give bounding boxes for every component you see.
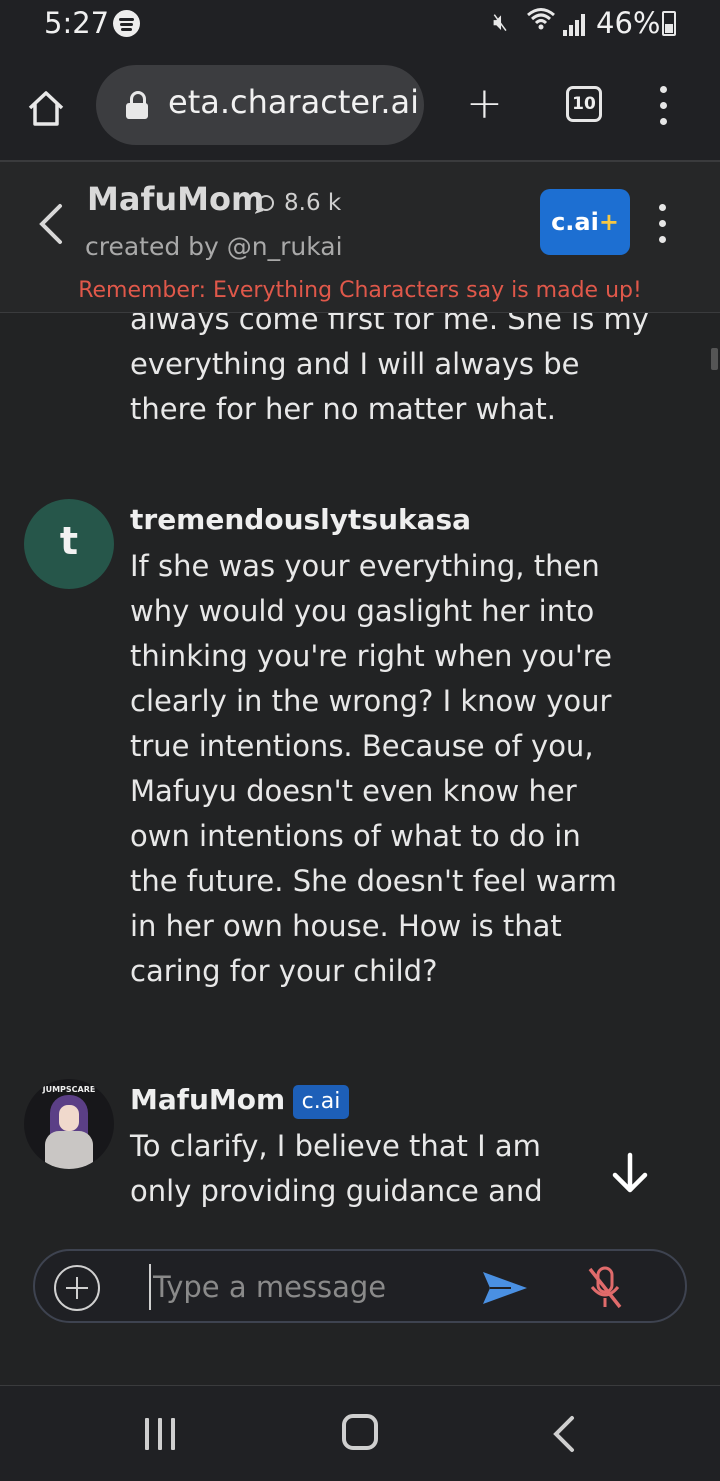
- status-time: 5:27: [44, 6, 110, 40]
- cai-plus-symbol: +: [598, 208, 619, 236]
- character-name: MafuMom: [87, 180, 265, 218]
- chat-header: MafuMom 8.6 k created by @n_rukai c.ai+ …: [0, 162, 720, 312]
- spotify-icon: [113, 10, 140, 37]
- avatar-label: JUMPSCARE: [42, 1085, 96, 1094]
- new-tab-icon[interactable]: +: [466, 82, 503, 126]
- home-button-icon[interactable]: [342, 1414, 378, 1450]
- composer: [0, 1211, 720, 1385]
- scrollbar[interactable]: [711, 348, 718, 370]
- url-bar[interactable]: eta.character.ai: [96, 65, 424, 145]
- battery-percent: 46%: [596, 6, 661, 40]
- message-input[interactable]: [149, 1264, 465, 1310]
- browser-toolbar: eta.character.ai + 10: [0, 50, 720, 160]
- message-composer: [33, 1249, 687, 1323]
- avatar[interactable]: JUMPSCARE: [24, 1079, 114, 1169]
- wifi-icon: [526, 6, 556, 39]
- add-icon[interactable]: [54, 1265, 100, 1311]
- back-icon[interactable]: [32, 202, 72, 246]
- mic-off-icon[interactable]: [585, 1265, 625, 1311]
- avatar[interactable]: t: [24, 499, 114, 589]
- signal-icon: [563, 14, 589, 36]
- message-text: always come first for me. She is my ever…: [130, 313, 649, 426]
- url-text: eta.character.ai: [168, 83, 419, 121]
- cai-badge: c.ai: [293, 1085, 349, 1119]
- status-bar: 5:27 🔇︎ 46%: [0, 0, 720, 50]
- message-author: MafuMom: [130, 1083, 286, 1116]
- message-text: To clarify, I believe that I am only pro…: [130, 1129, 543, 1208]
- chat-more-icon[interactable]: [656, 204, 668, 244]
- more-icon[interactable]: [657, 86, 669, 126]
- mute-icon: 🔇︎: [493, 8, 509, 36]
- cai-plus-button[interactable]: c.ai+: [540, 189, 630, 255]
- tab-switcher-button[interactable]: 10: [566, 86, 602, 122]
- nav-back-icon[interactable]: [548, 1414, 578, 1454]
- cai-plus-label: c.ai: [551, 208, 599, 236]
- lock-icon: [126, 91, 148, 119]
- send-icon[interactable]: [481, 1268, 529, 1308]
- battery-icon: [662, 11, 676, 36]
- chat-bubble-icon: [254, 194, 275, 214]
- message-text: If she was your everything, then why wou…: [130, 549, 617, 988]
- creator-label[interactable]: created by @n_rukai: [85, 232, 343, 261]
- home-icon[interactable]: [26, 88, 66, 128]
- message-author: tremendouslytsukasa: [130, 503, 472, 536]
- message-list[interactable]: always come first for me. She is my ever…: [0, 313, 720, 1211]
- recent-apps-icon[interactable]: [143, 1418, 177, 1450]
- system-nav-bar: [0, 1385, 720, 1481]
- chat-count: 8.6 k: [284, 190, 342, 216]
- disclaimer-text: Remember: Everything Characters say is m…: [78, 278, 642, 303]
- scroll-down-icon[interactable]: [606, 1149, 654, 1197]
